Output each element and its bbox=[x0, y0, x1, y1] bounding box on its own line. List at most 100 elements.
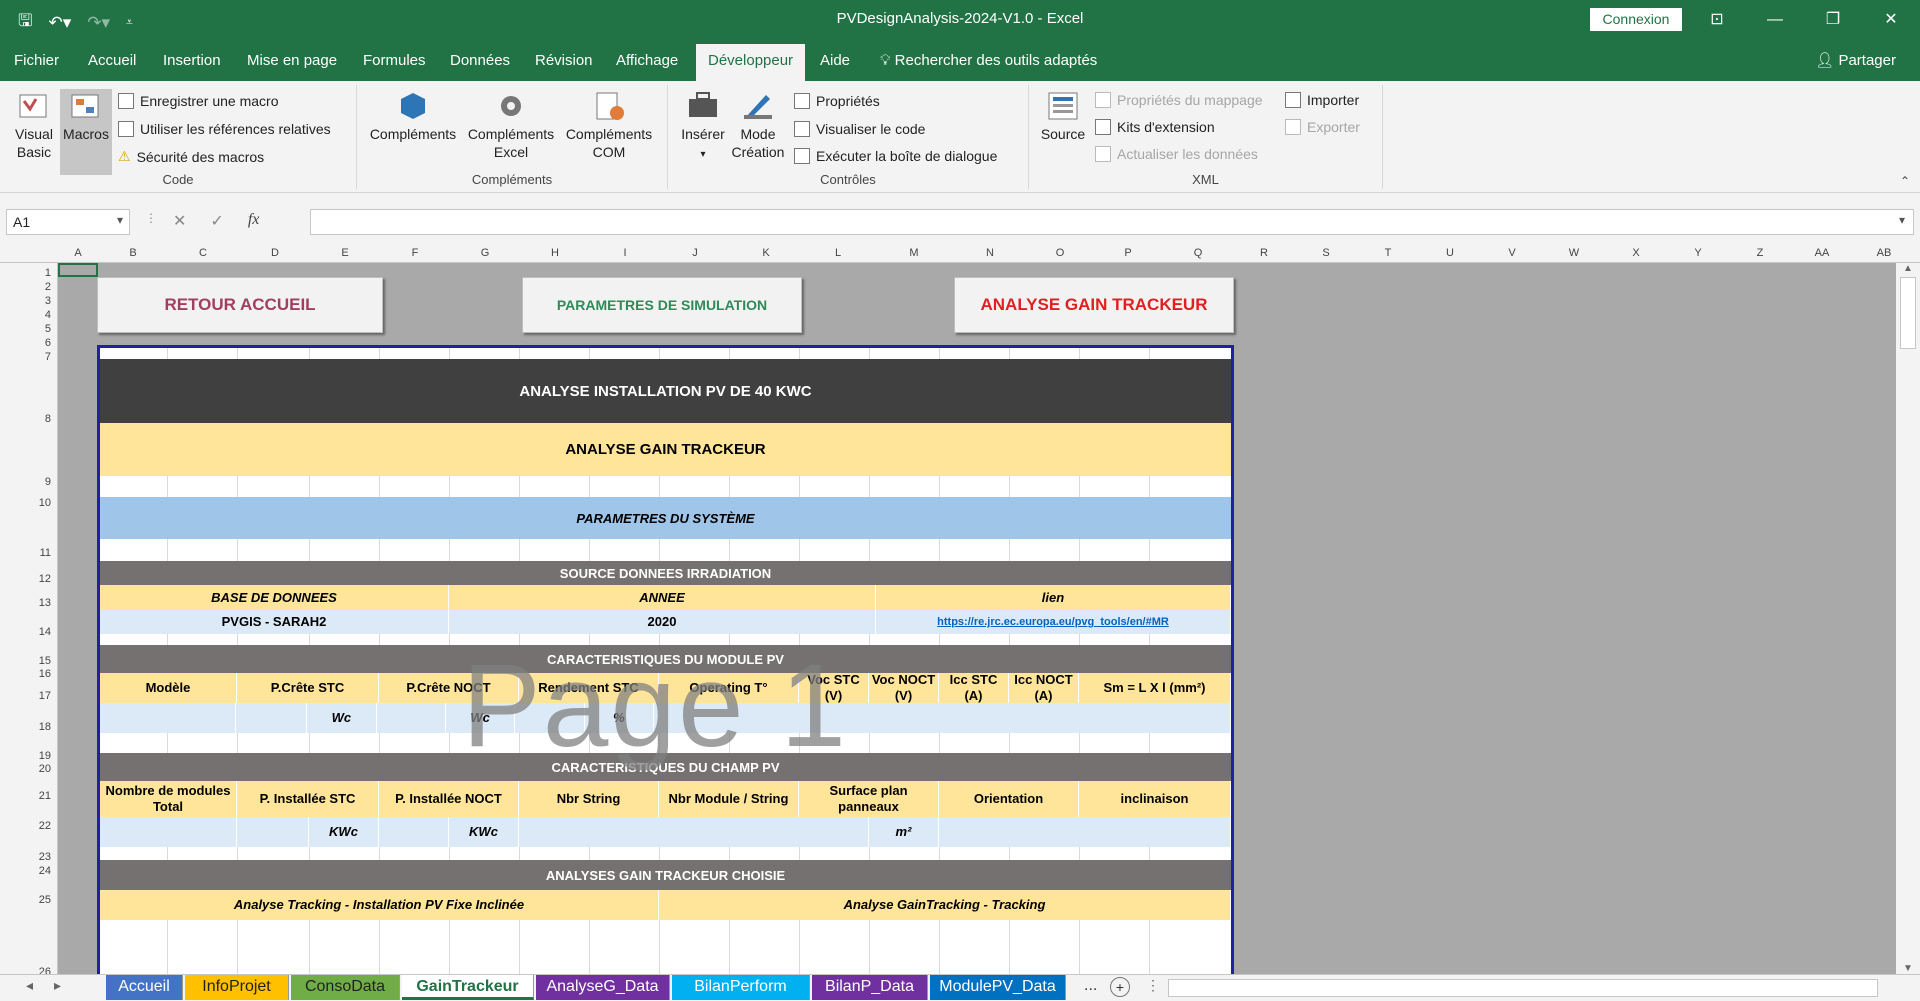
visual-basic-button[interactable]: Visual Basic bbox=[10, 89, 58, 161]
row-header-23[interactable]: 23 bbox=[39, 851, 51, 863]
vertical-scrollbar[interactable]: ▲ ▼ bbox=[1896, 263, 1920, 974]
tab-aide[interactable]: Aide bbox=[808, 40, 862, 81]
run-dialog-button[interactable]: Exécuter la boîte de dialogue bbox=[794, 148, 997, 164]
column-header-t[interactable]: T bbox=[1378, 247, 1398, 259]
row-header-9[interactable]: 9 bbox=[45, 476, 51, 488]
collapse-ribbon-icon[interactable]: ⌃ bbox=[1900, 174, 1910, 188]
sheet-tab-infoprojet[interactable]: InfoProjet bbox=[185, 975, 289, 1000]
enter-icon[interactable]: ✓ bbox=[210, 211, 223, 231]
row-header-15[interactable]: 15 bbox=[39, 655, 51, 667]
vertical-scroll-thumb[interactable] bbox=[1900, 277, 1916, 349]
tab-mise-en-page[interactable]: Mise en page bbox=[235, 40, 349, 81]
add-sheet-button[interactable]: + bbox=[1110, 977, 1130, 997]
pvgis-link[interactable]: https://re.jrc.ec.europa.eu/pvg_tools/en… bbox=[937, 614, 1169, 630]
map-properties-button[interactable]: Propriétés du mappage bbox=[1095, 92, 1263, 108]
row-header-16[interactable]: 16 bbox=[39, 668, 51, 680]
column-header-f[interactable]: F bbox=[405, 247, 425, 259]
column-header-g[interactable]: G bbox=[475, 247, 495, 259]
row-header-12[interactable]: 12 bbox=[39, 573, 51, 585]
design-mode-button[interactable]: Mode Création bbox=[730, 89, 786, 161]
row-header-8[interactable]: 8 bbox=[45, 413, 51, 425]
properties-button[interactable]: Propriétés bbox=[794, 93, 880, 109]
worksheet[interactable]: RETOUR ACCUEIL PARAMETRES DE SIMULATION … bbox=[58, 263, 1896, 974]
row-header-4[interactable]: 4 bbox=[45, 309, 51, 321]
column-header-r[interactable]: R bbox=[1254, 247, 1274, 259]
cancel-icon[interactable]: ✕ bbox=[173, 211, 186, 231]
restore-icon[interactable]: ❐ bbox=[1804, 0, 1862, 40]
tab-donnees[interactable]: Données bbox=[438, 40, 522, 81]
macro-security-button[interactable]: ⚠ Sécurité des macros bbox=[118, 148, 264, 165]
row-header-25[interactable]: 25 bbox=[39, 894, 51, 906]
source-button[interactable]: Source bbox=[1039, 89, 1087, 143]
parametres-simulation-button[interactable]: PARAMETRES DE SIMULATION bbox=[522, 277, 802, 333]
insert-control-button[interactable]: Insérer ▾ bbox=[680, 89, 726, 164]
scroll-up-icon[interactable]: ▲ bbox=[1903, 263, 1913, 274]
ribbon-display-icon[interactable]: ⊡ bbox=[1688, 0, 1746, 40]
column-header-h[interactable]: H bbox=[545, 247, 565, 259]
column-header-m[interactable]: M bbox=[904, 247, 924, 259]
close-icon[interactable]: ✕ bbox=[1862, 0, 1920, 40]
column-header-n[interactable]: N bbox=[980, 247, 1000, 259]
row-header-14[interactable]: 14 bbox=[39, 626, 51, 638]
column-header-v[interactable]: V bbox=[1502, 247, 1522, 259]
com-addins-button[interactable]: Compléments COM bbox=[563, 89, 655, 161]
row-header-19[interactable]: 19 bbox=[39, 750, 51, 762]
analyse-gain-trackeur-button[interactable]: ANALYSE GAIN TRACKEUR bbox=[954, 277, 1234, 333]
minimize-icon[interactable]: — bbox=[1746, 0, 1804, 40]
search-tools[interactable]: 💡︎ Rechercher des outils adaptés bbox=[880, 40, 1097, 81]
tab-accueil[interactable]: Accueil bbox=[76, 40, 148, 81]
column-header-l[interactable]: L bbox=[828, 247, 848, 259]
column-header-x[interactable]: X bbox=[1626, 247, 1646, 259]
row-header-10[interactable]: 10 bbox=[39, 497, 51, 509]
row-header-22[interactable]: 22 bbox=[39, 820, 51, 832]
column-header-d[interactable]: D bbox=[265, 247, 285, 259]
excel-addins-button[interactable]: Compléments Excel bbox=[465, 89, 557, 161]
column-header-b[interactable]: B bbox=[123, 247, 143, 259]
addins-button[interactable]: Compléments bbox=[367, 89, 459, 143]
insert-function-icon[interactable]: fx bbox=[248, 211, 260, 231]
sheet-tab-accueil[interactable]: Accueil bbox=[106, 975, 183, 1000]
column-header-z[interactable]: Z bbox=[1750, 247, 1770, 259]
name-box[interactable]: A1 bbox=[6, 209, 130, 235]
tab-developpeur[interactable]: Développeur bbox=[696, 44, 806, 81]
column-header-s[interactable]: S bbox=[1316, 247, 1336, 259]
column-header-aa[interactable]: AA bbox=[1812, 247, 1832, 259]
macros-button[interactable]: Macros bbox=[60, 89, 112, 175]
prev-sheet-icon[interactable]: ◂ bbox=[26, 977, 33, 994]
tab-affichage[interactable]: Affichage bbox=[604, 40, 690, 81]
sheet-tab-gaintrackeur[interactable]: GainTrackeur bbox=[402, 975, 534, 1000]
next-sheet-icon[interactable]: ▸ bbox=[54, 977, 61, 994]
sheet-tab-analyseg-data[interactable]: AnalyseG_Data bbox=[536, 975, 670, 1000]
row-header-20[interactable]: 20 bbox=[39, 763, 51, 775]
column-header-q[interactable]: Q bbox=[1188, 247, 1208, 259]
row-header-7[interactable]: 7 bbox=[45, 351, 51, 363]
formula-input[interactable] bbox=[310, 209, 1914, 235]
tab-formules[interactable]: Formules bbox=[351, 40, 438, 81]
more-sheets[interactable]: ... bbox=[1084, 977, 1097, 995]
row-header-18[interactable]: 18 bbox=[39, 721, 51, 733]
relative-references-button[interactable]: Utiliser les références relatives bbox=[118, 121, 331, 137]
horizontal-scrollbar[interactable] bbox=[1168, 979, 1878, 997]
import-button[interactable]: Importer bbox=[1285, 92, 1359, 108]
retour-accueil-button[interactable]: RETOUR ACCUEIL bbox=[97, 277, 383, 333]
column-header-ab[interactable]: AB bbox=[1874, 247, 1894, 259]
row-header-13[interactable]: 13 bbox=[39, 597, 51, 609]
share-button[interactable]: 👤︎ Partager bbox=[1815, 40, 1896, 81]
column-header-p[interactable]: P bbox=[1118, 247, 1138, 259]
sheet-tab-bilanperform[interactable]: BilanPerform bbox=[672, 975, 810, 1000]
column-header-y[interactable]: Y bbox=[1688, 247, 1708, 259]
tab-insertion[interactable]: Insertion bbox=[151, 40, 233, 81]
column-header-k[interactable]: K bbox=[756, 247, 776, 259]
selected-cell-a1[interactable] bbox=[58, 263, 98, 277]
column-header-w[interactable]: W bbox=[1564, 247, 1584, 259]
row-header-3[interactable]: 3 bbox=[45, 295, 51, 307]
scroll-down-icon[interactable]: ▼ bbox=[1903, 963, 1913, 974]
column-header-o[interactable]: O bbox=[1050, 247, 1070, 259]
export-button[interactable]: Exporter bbox=[1285, 119, 1360, 135]
row-header-24[interactable]: 24 bbox=[39, 865, 51, 877]
record-macro-button[interactable]: Enregistrer une macro bbox=[118, 93, 279, 109]
column-header-i[interactable]: I bbox=[615, 247, 635, 259]
connexion-button[interactable]: Connexion bbox=[1590, 8, 1682, 31]
row-header-6[interactable]: 6 bbox=[45, 337, 51, 349]
sheet-tab-modulepv-data[interactable]: ModulePV_Data bbox=[930, 975, 1066, 1000]
